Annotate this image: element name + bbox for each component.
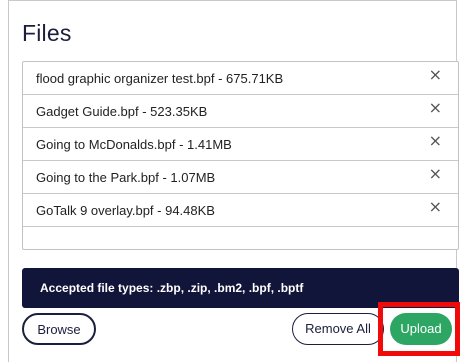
file-name: Going to McDonalds.bpf - 1.41MB xyxy=(36,137,232,152)
file-row: flood graphic organizer test.bpf - 675.7… xyxy=(23,62,458,95)
remove-all-button[interactable]: Remove All xyxy=(292,313,384,345)
remove-file-icon[interactable]: × xyxy=(429,133,442,149)
file-row: GoTalk 9 overlay.bpf - 94.48KB × xyxy=(23,194,458,227)
file-row: Going to McDonalds.bpf - 1.41MB × xyxy=(23,128,458,161)
file-list: flood graphic organizer test.bpf - 675.7… xyxy=(22,61,459,250)
file-row: Going to the Park.bpf - 1.07MB × xyxy=(23,161,458,194)
panel-title: Files xyxy=(22,20,72,46)
remove-file-icon[interactable]: × xyxy=(429,100,442,116)
file-name: Gadget Guide.bpf - 523.35KB xyxy=(36,104,208,119)
upload-button[interactable]: Upload xyxy=(390,313,452,345)
browse-button[interactable]: Browse xyxy=(22,313,96,345)
file-row: Gadget Guide.bpf - 523.35KB × xyxy=(23,95,458,128)
file-name: flood graphic organizer test.bpf - 675.7… xyxy=(36,71,284,86)
accepted-file-types-text: Accepted file types: .zbp, .zip, .bm2, .… xyxy=(40,281,304,295)
file-name: Going to the Park.bpf - 1.07MB xyxy=(36,170,216,185)
remove-file-icon[interactable]: × xyxy=(429,199,442,215)
remove-file-icon[interactable]: × xyxy=(429,166,442,182)
remove-file-icon[interactable]: × xyxy=(429,67,442,83)
file-name: GoTalk 9 overlay.bpf - 94.48KB xyxy=(36,203,215,218)
